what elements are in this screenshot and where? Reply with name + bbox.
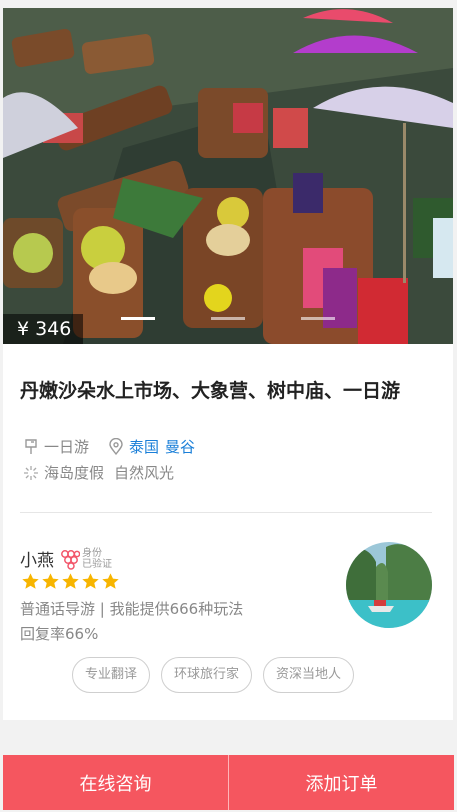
verified-badge: 身份 已验证: [60, 548, 112, 570]
location-pin-icon: [109, 437, 123, 455]
consult-button[interactable]: 在线咨询: [3, 755, 229, 810]
price-value: 346: [35, 318, 72, 340]
section-divider: [20, 512, 432, 513]
price-tag: ¥346: [3, 314, 84, 344]
star-icon: [22, 573, 39, 589]
product-meta: 一日游 泰国 曼谷: [22, 436, 219, 457]
product-title: 丹嫩沙朵水上市场、大象营、树中庙、一日游: [20, 380, 401, 402]
location-country[interactable]: 泰国: [129, 436, 159, 457]
verify-label-line2: 已验证: [82, 558, 112, 570]
sparkle-icon: [24, 465, 38, 480]
photo-carousel[interactable]: ¥346: [3, 8, 453, 344]
guide-rating: [21, 572, 120, 591]
carousel-indicators: [121, 317, 335, 320]
carousel-dot-3[interactable]: [301, 317, 335, 320]
grape-badge-icon: [61, 549, 80, 570]
floating-market-photo: [3, 8, 453, 344]
star-icon: [42, 573, 59, 589]
add-order-button[interactable]: 添加订单: [229, 755, 454, 810]
trip-type: 一日游: [44, 438, 90, 456]
carousel-dot-1[interactable]: [121, 317, 155, 320]
product-themes: 海岛度假 自然风光: [22, 462, 184, 483]
theme-tag: 海岛度假: [44, 464, 105, 482]
avatar-photo: [346, 542, 432, 628]
verify-label-line1: 身份: [82, 547, 102, 559]
guide-tag[interactable]: 环球旅行家: [161, 657, 253, 693]
guide-description: 普通话导游 | 我能提供666种玩法: [20, 600, 244, 618]
location-city[interactable]: 曼谷: [165, 436, 195, 457]
guide-tag[interactable]: 资深当地人: [263, 657, 355, 693]
star-icon: [82, 573, 99, 589]
guide-reply-rate: 回复率66%: [20, 625, 99, 643]
theme-tag: 自然风光: [114, 464, 175, 482]
star-icon: [62, 573, 79, 589]
avatar[interactable]: [346, 542, 432, 628]
guide-tag[interactable]: 专业翻译: [72, 657, 151, 693]
map-signpost-icon: [25, 438, 37, 454]
currency-symbol: ¥: [17, 318, 30, 340]
guide-name[interactable]: 小燕: [20, 546, 54, 571]
guide-header: 小燕 身份 已验证: [20, 546, 112, 572]
carousel-dot-2[interactable]: [211, 317, 245, 320]
star-icon: [102, 573, 119, 589]
guide-tags: 专业翻译 环球旅行家 资深当地人: [72, 657, 355, 693]
bottom-action-bar: 在线咨询 添加订单: [3, 755, 454, 810]
